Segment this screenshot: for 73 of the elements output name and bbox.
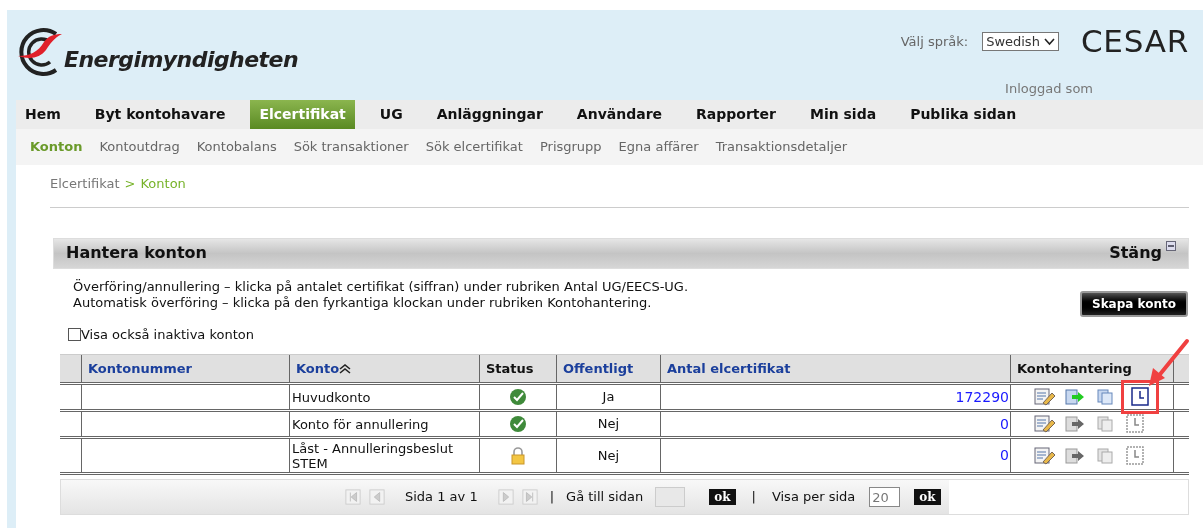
arrow-annotation xyxy=(1147,338,1191,388)
dropdown-caret-icon[interactable] xyxy=(1043,37,1055,46)
nav-tab[interactable]: Användare xyxy=(567,100,672,129)
column-header[interactable]: Offentligt xyxy=(557,355,661,382)
subnav-link[interactable]: Sök transaktioner xyxy=(293,137,409,157)
table-cell-text: Låst - Annulleringsbeslut STEM xyxy=(292,440,455,471)
subnav-link[interactable]: Sök elcertifikat xyxy=(425,137,523,157)
goto-ok-button[interactable]: ok xyxy=(709,489,736,505)
clock-icon[interactable] xyxy=(1126,414,1144,434)
column-header[interactable]: Konto xyxy=(290,355,480,382)
logo-text: Energimyndigheten xyxy=(64,46,299,74)
per-page-ok-button[interactable]: ok xyxy=(914,489,941,505)
panel-title: Hantera konton xyxy=(66,242,207,264)
collapse-icon[interactable] xyxy=(1166,241,1176,251)
checkbox[interactable] xyxy=(68,327,81,341)
separator: | xyxy=(751,488,756,507)
breadcrumb-separator: > xyxy=(124,175,136,193)
clock-icon[interactable] xyxy=(1121,380,1159,414)
column-header[interactable]: Antal elcertifikat xyxy=(661,355,1011,382)
transfer-icon[interactable] xyxy=(1065,447,1085,464)
close-link[interactable]: Stäng xyxy=(1109,241,1162,265)
subnav-link[interactable]: Transaktionsdetaljer xyxy=(715,137,848,157)
breadcrumb-link[interactable]: Elcertifikat xyxy=(50,174,120,194)
nav-tab[interactable]: Min sida xyxy=(800,100,886,129)
app-name: CESAR xyxy=(1080,26,1189,57)
table-cell-text: Ja xyxy=(602,388,615,407)
subnav-link[interactable]: Egna affärer xyxy=(618,137,699,157)
sort-ascending-icon[interactable] xyxy=(339,363,352,374)
nav-tab[interactable]: Publika sidan xyxy=(901,100,1026,129)
language-select[interactable]: Swedish xyxy=(982,32,1059,51)
goto-label: Gå till sidan xyxy=(566,488,644,507)
table-cell: Konto för annullering xyxy=(292,416,429,432)
create-account-button[interactable]: Skapa konto xyxy=(1080,290,1188,317)
nav-tab[interactable]: Rapporter xyxy=(687,100,785,129)
clock-icon[interactable] xyxy=(1126,445,1144,466)
certificate-count-link[interactable]: 0 xyxy=(1000,445,1009,466)
goto-page-field[interactable] xyxy=(655,487,686,507)
certificate-count-link[interactable]: 172290 xyxy=(955,386,1009,408)
nav-tab[interactable]: Anläggningar xyxy=(427,100,552,129)
copy-icon[interactable] xyxy=(1097,447,1113,464)
nav-tab[interactable]: Hem xyxy=(16,100,70,129)
breadcrumb-current: Konton xyxy=(140,175,186,193)
previous-page-icon[interactable] xyxy=(369,488,385,506)
certificate-count-link[interactable]: 0 xyxy=(1000,413,1009,435)
instruction-text: Överföring/annullering – klicka på antalet certifikat (siffran) under rubriken Antal UG/EECS-UG. xyxy=(73,278,689,295)
per-page-field[interactable]: 20 xyxy=(869,487,901,507)
column-header: Status xyxy=(480,355,557,382)
next-page-icon[interactable] xyxy=(497,488,514,506)
subnav-link[interactable]: Kontobalans xyxy=(196,137,277,157)
subnav-link[interactable]: Prisgrupp xyxy=(539,137,602,157)
edit-icon[interactable] xyxy=(1034,388,1056,406)
transfer-icon[interactable] xyxy=(1065,416,1085,432)
logged-in-label: Inloggad som xyxy=(1005,79,1093,98)
table-cell-text: Nej xyxy=(597,415,620,434)
per-page-label: Visa per sida xyxy=(771,488,856,507)
copy-icon[interactable] xyxy=(1097,389,1113,405)
edit-icon[interactable] xyxy=(1034,446,1056,465)
instruction-text: Automatisk överföring – klicka på den fyrkantiga klockan under rubriken Kontohantering. xyxy=(73,294,653,311)
transfer-icon[interactable] xyxy=(1065,389,1085,405)
checkbox-label: Visa också inaktiva konton xyxy=(81,325,254,344)
page-indicator: Sida 1 av 1 xyxy=(405,488,478,507)
language-label: Välj språk: xyxy=(900,32,969,51)
copy-icon[interactable] xyxy=(1097,416,1113,432)
table-cell: Huvudkonto xyxy=(292,389,371,405)
separator: | xyxy=(549,488,555,507)
column-header[interactable]: Kontonummer xyxy=(82,355,290,382)
nav-tab[interactable]: Byt kontohavare xyxy=(85,100,235,129)
first-page-icon[interactable] xyxy=(345,488,361,506)
table-cell-text: Nej xyxy=(597,446,620,465)
nav-tab[interactable]: UG xyxy=(370,100,412,129)
last-page-icon[interactable] xyxy=(521,488,538,506)
subnav-link[interactable]: Kontoutdrag xyxy=(99,137,180,157)
edit-icon[interactable] xyxy=(1034,415,1056,433)
